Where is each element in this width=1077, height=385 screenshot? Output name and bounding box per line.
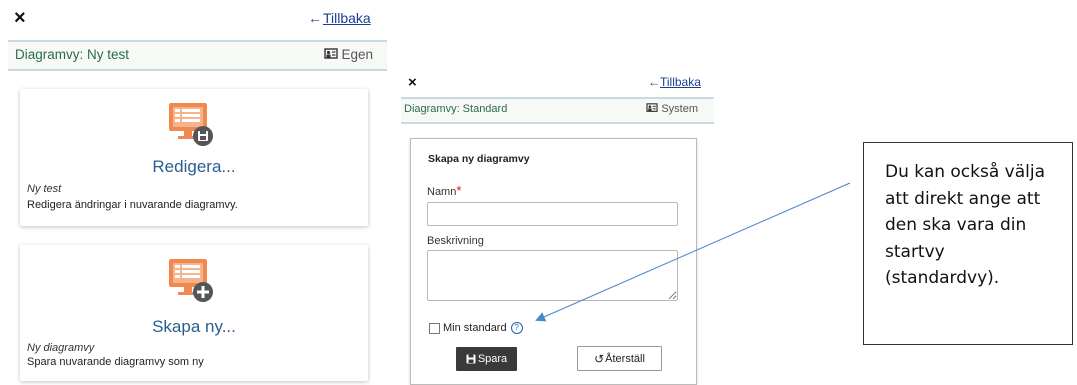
callout-line: Du kan också välja bbox=[885, 162, 1046, 182]
callout-line: startvy bbox=[885, 241, 945, 262]
callout-box: Du kan också välja att direkt ange att d… bbox=[863, 142, 1073, 345]
callout-text: Du kan också välja att direkt ange att d… bbox=[885, 159, 1070, 292]
callout-line: (standardvy). bbox=[885, 268, 1000, 288]
callout-line: att direkt ange att bbox=[885, 188, 1041, 209]
callout-line: den ska vara din bbox=[885, 215, 1027, 235]
